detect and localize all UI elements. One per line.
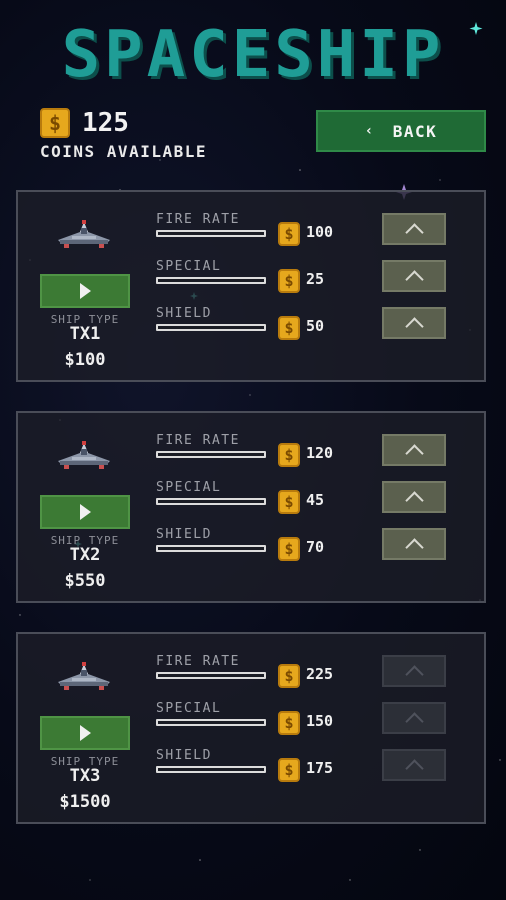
chevron-up-icon [404,222,424,242]
upgrade-price: 175 [306,759,334,777]
chevron-up-icon [404,711,424,731]
stat-label: SHIELD [156,527,212,542]
upgrade-button[interactable] [382,481,446,513]
stat-progress-bar [156,498,266,505]
upgrade-button[interactable] [382,749,446,781]
chevron-up-icon [404,443,424,463]
upgrade-button[interactable] [382,213,446,245]
coin-icon: $ [278,222,300,246]
play-icon [79,504,91,520]
ship-price: $550 [64,571,106,591]
upgrade-price: 120 [306,444,334,462]
chevron-up-icon [404,490,424,510]
back-button[interactable]: ‹ BACK [316,110,486,152]
select-ship-button[interactable] [40,495,130,529]
stat-row: SHIELD $70 [156,527,476,573]
stat-progress-bar [156,230,266,237]
coins-amount: 125 [82,108,129,138]
coin-icon: $ [278,537,300,561]
coin-icon: $ [278,269,300,293]
stat-progress-bar [156,277,266,284]
stat-row: SPECIAL $25 [156,259,476,305]
stat-label: FIRE RATE [156,212,240,227]
upgrade-price: 45 [306,491,325,509]
stat-label: SHIELD [156,306,212,321]
stat-progress-bar [156,672,266,679]
upgrade-price: 100 [306,223,334,241]
upgrade-price: 50 [306,317,325,335]
stat-label: FIRE RATE [156,433,240,448]
coin-icon: $ [278,711,300,735]
chevron-up-icon [404,316,424,336]
chevron-up-icon [404,269,424,289]
upgrade-price: 150 [306,712,334,730]
stat-row: FIRE RATE $225 [156,654,476,700]
upgrade-button[interactable] [382,655,446,687]
stat-row: SPECIAL $150 [156,701,476,747]
coin-icon: $ [278,664,300,688]
coin-icon: $ [278,490,300,514]
chevron-up-icon [404,537,424,557]
stat-progress-bar [156,545,266,552]
stat-label: SPECIAL [156,480,222,495]
select-ship-button[interactable] [40,274,130,308]
stat-progress-bar [156,324,266,331]
ship-name: TX1 [69,324,101,344]
stat-label: SHIELD [156,748,212,763]
coins-balance: $ 125 [40,108,129,138]
ship-name: TX3 [69,766,101,786]
upgrade-price: 25 [306,270,325,288]
stat-progress-bar [156,719,266,726]
upgrade-button[interactable] [382,260,446,292]
stat-row: SHIELD $50 [156,306,476,352]
stat-label: SPECIAL [156,259,222,274]
ship-price: $1500 [59,792,111,812]
stat-row: FIRE RATE $100 [156,212,476,258]
play-icon [79,283,91,299]
spaceship-icon [58,662,110,690]
chevron-left-icon: ‹ [364,123,375,139]
stat-row: SHIELD $175 [156,748,476,794]
stat-row: SPECIAL $45 [156,480,476,526]
upgrade-price: 70 [306,538,325,556]
upgrade-price: 225 [306,665,334,683]
upgrade-button[interactable] [382,434,446,466]
page-title: SPACESHIP [61,18,445,92]
ship-name: TX2 [69,545,101,565]
stat-progress-bar [156,766,266,773]
spaceship-icon [58,220,110,248]
ship-card: SHIP TYPE TX3 $1500 FIRE RATE $225 SPECIAL $15… [16,632,486,824]
upgrade-button[interactable] [382,702,446,734]
upgrade-button[interactable] [382,528,446,560]
ship-card: SHIP TYPE TX2 $550 FIRE RATE $120 SPECIAL $45 S… [16,411,486,603]
upgrade-button[interactable] [382,307,446,339]
stat-label: FIRE RATE [156,654,240,669]
select-ship-button[interactable] [40,716,130,750]
coin-icon: $ [278,316,300,340]
ship-card: SHIP TYPE TX1 $100 FIRE RATE $100 SPECIAL $25 S… [16,190,486,382]
chevron-up-icon [404,758,424,778]
coin-icon: $ [40,108,70,138]
coin-icon: $ [278,443,300,467]
coin-icon: $ [278,758,300,782]
stat-row: FIRE RATE $120 [156,433,476,479]
coins-label: COINS AVAILABLE [40,142,207,161]
play-icon [79,725,91,741]
ship-price: $100 [64,350,106,370]
stat-label: SPECIAL [156,701,222,716]
back-button-label: BACK [392,121,438,141]
spaceship-icon [58,441,110,469]
chevron-up-icon [404,664,424,684]
stat-progress-bar [156,451,266,458]
